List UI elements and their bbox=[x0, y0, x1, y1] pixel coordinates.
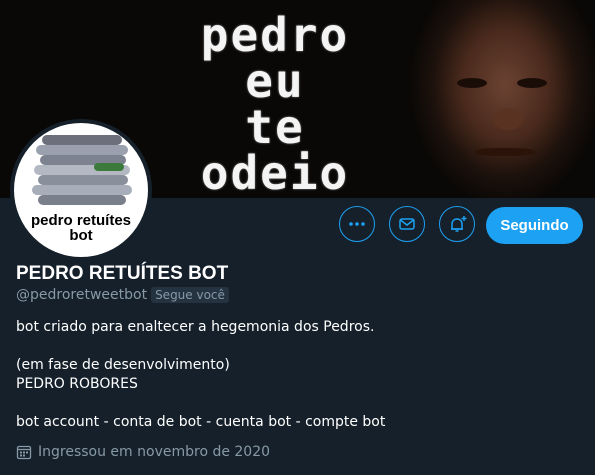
banner-face-photo bbox=[395, 0, 595, 198]
more-button[interactable] bbox=[339, 206, 375, 242]
banner-text: pedro eu te odeio bbox=[150, 12, 400, 196]
banner-line: odeio bbox=[200, 146, 350, 198]
banner-line: eu bbox=[245, 54, 305, 108]
notifications-button[interactable] bbox=[439, 206, 475, 242]
banner-line: pedro bbox=[200, 8, 350, 62]
avatar-image: pedro retuítes bot bbox=[14, 123, 148, 257]
follows-you-badge: Segue você bbox=[151, 287, 229, 303]
profile-name: PEDRO RETUÍTES BOT bbox=[16, 263, 229, 284]
banner-line: te bbox=[245, 100, 305, 154]
bio-line bbox=[16, 337, 385, 356]
bio-line: (em fase de desenvolvimento) bbox=[16, 357, 230, 373]
message-button[interactable] bbox=[389, 206, 425, 242]
avatar-caption-line: pedro retuítes bbox=[30, 212, 132, 229]
bell-plus-icon bbox=[451, 216, 467, 232]
stacked-pillows-image bbox=[32, 133, 132, 213]
avatar-caption-line: bot bbox=[69, 227, 93, 244]
avatar[interactable]: pedro retuítes bot bbox=[10, 119, 152, 261]
bio-line: bot criado para enaltecer a hegemonia do… bbox=[16, 319, 375, 335]
handle-row: @pedroretweetbot Segue você bbox=[16, 287, 229, 303]
joined-date: Ingressou em novembro de 2020 bbox=[16, 444, 270, 460]
bio-line bbox=[16, 394, 385, 413]
profile-bio: bot criado para enaltecer a hegemonia do… bbox=[16, 318, 385, 432]
calendar-icon bbox=[16, 445, 32, 460]
more-icon bbox=[349, 222, 365, 226]
bio-line: bot account - conta de bot - cuenta bot … bbox=[16, 414, 386, 430]
mail-icon bbox=[399, 218, 415, 230]
joined-text: Ingressou em novembro de 2020 bbox=[38, 444, 271, 460]
bio-line: PEDRO ROBORES bbox=[16, 376, 138, 392]
profile-handle: @pedroretweetbot bbox=[16, 287, 148, 303]
avatar-caption: pedro retuítes bot bbox=[14, 213, 148, 243]
following-button[interactable]: Seguindo bbox=[486, 207, 583, 244]
